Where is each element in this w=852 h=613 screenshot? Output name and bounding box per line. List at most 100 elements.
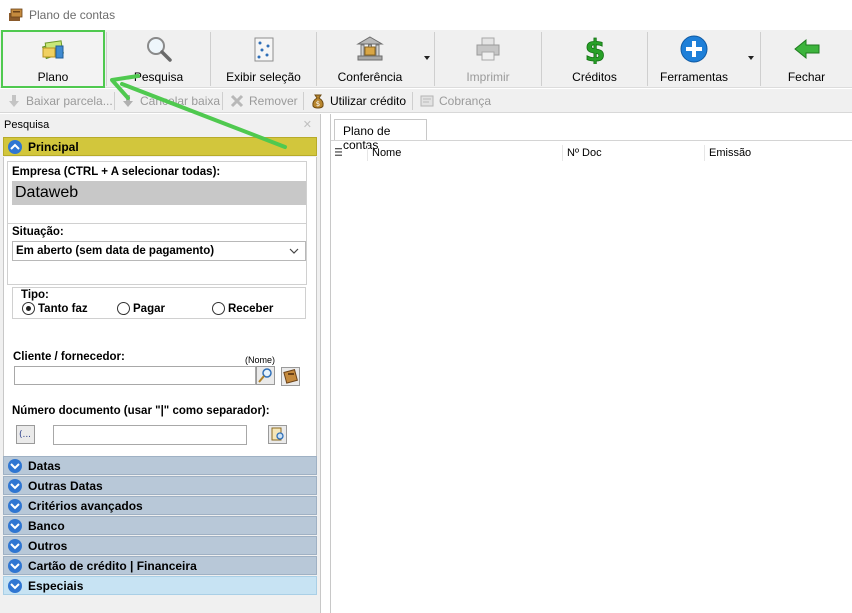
creditos-button-label: Créditos — [572, 70, 617, 84]
plano-button-label: Plano — [37, 70, 69, 84]
imprimir-button[interactable]: Imprimir — [435, 30, 541, 88]
search-panel-header: Pesquisa ✕ — [0, 118, 318, 134]
toolbar2-separator — [222, 92, 223, 110]
baixar-parcela-label: Baixar parcela... — [26, 94, 113, 108]
utilizar-credito-button[interactable]: $ Utilizar crédito — [310, 92, 406, 110]
toolbar2-separator — [412, 92, 413, 110]
tab-divider — [331, 140, 852, 141]
down-arrow-icon — [9, 95, 19, 107]
radio-tanto-faz[interactable]: Tanto faz — [22, 302, 88, 315]
group-outras-datas-label: Outras Datas — [28, 479, 103, 493]
plan-money-icon — [41, 40, 65, 60]
numero-documento-label: Número documento (usar "|" como separado… — [12, 405, 270, 417]
ferramentas-button-label: Ferramentas — [659, 70, 729, 84]
printer-icon — [476, 37, 500, 61]
group-principal-label: Principal — [28, 140, 79, 154]
ferramentas-dropdown-arrow[interactable] — [748, 56, 754, 60]
radio-pagar-circle[interactable] — [117, 302, 130, 315]
group-criterios-avancados-header[interactable]: Critérios avançados — [3, 496, 317, 515]
utilizar-credito-label: Utilizar crédito — [330, 94, 407, 108]
radio-pagar-label: Pagar — [133, 302, 165, 315]
numero-options-button[interactable]: (... — [16, 425, 35, 444]
exibir-selecao-button[interactable]: Exibir seleção — [211, 30, 316, 88]
conferencia-button[interactable]: Conferência — [317, 30, 423, 88]
radio-tanto-faz-circle[interactable] — [22, 302, 35, 315]
chevron-down-icon — [8, 559, 22, 573]
column-header-nome[interactable]: Nome — [367, 145, 401, 161]
remover-button[interactable]: Remover — [229, 92, 298, 110]
radio-tanto-faz-label: Tanto faz — [38, 302, 88, 315]
cliente-hint: (Nome) — [245, 355, 276, 365]
secondary-toolbar: Baixar parcela... Cancelar baixa Remover… — [0, 89, 852, 113]
group-especiais-header[interactable]: Especiais — [3, 576, 317, 595]
group-banco-header[interactable]: Banco — [3, 516, 317, 535]
search-panel-title: Pesquisa — [4, 119, 50, 131]
group-outras-datas-header[interactable]: Outras Datas — [3, 476, 317, 495]
address-book-icon — [283, 369, 298, 384]
group-banco-label: Banco — [28, 519, 65, 533]
conferencia-dropdown-arrow[interactable] — [424, 56, 430, 60]
numero-documento-input[interactable] — [53, 425, 247, 445]
chevron-down-icon — [8, 579, 22, 593]
grid-header: Nome Nº Doc Emissão — [331, 145, 852, 161]
pesquisa-button[interactable]: Pesquisa — [107, 30, 210, 88]
cobranca-button[interactable]: Cobrança — [419, 92, 491, 110]
cliente-label: Cliente / fornecedor: — [13, 351, 125, 363]
cobranca-label: Cobrança — [439, 94, 492, 108]
group-outros-header[interactable]: Outros — [3, 536, 317, 555]
radio-receber-label: Receber — [228, 302, 274, 315]
radio-receber-circle[interactable] — [212, 302, 225, 315]
fechar-button[interactable]: Fechar — [761, 30, 852, 88]
group-datas-label: Datas — [28, 459, 61, 473]
svg-text:(...: (... — [19, 430, 31, 440]
search-panel: Pesquisa ✕ Principal Empresa (CTRL + A s… — [0, 114, 321, 613]
cliente-input[interactable] — [14, 366, 256, 385]
column-header-num-doc[interactable]: Nº Doc — [562, 145, 602, 161]
dollar-icon: $ — [584, 34, 606, 64]
group-principal-header[interactable]: Principal — [3, 137, 317, 156]
chevron-down-icon — [8, 519, 22, 533]
magnifier-icon — [146, 37, 172, 62]
money-bag-icon: $ — [312, 94, 324, 109]
find-document-icon — [271, 427, 284, 441]
tab-plano-de-contas[interactable]: Plano de contas — [334, 119, 427, 152]
group-especiais-label: Especiais — [28, 579, 84, 593]
conferencia-button-label: Conferência — [337, 70, 403, 84]
remover-label: Remover — [249, 94, 298, 108]
search-client-button[interactable] — [256, 366, 275, 385]
pesquisa-button-label: Pesquisa — [133, 70, 184, 84]
numero-search-button[interactable] — [268, 425, 287, 444]
chevron-down-icon — [8, 539, 22, 553]
empresa-list-item[interactable]: Dataweb — [12, 181, 306, 205]
chevron-down-icon — [8, 499, 22, 513]
creditos-button[interactable]: $ Créditos — [542, 30, 647, 88]
baixar-parcela-button[interactable]: Baixar parcela... — [6, 92, 113, 110]
ellipsis-icon: (... — [19, 430, 31, 440]
group-datas-header[interactable]: Datas — [3, 456, 317, 475]
imprimir-button-label: Imprimir — [466, 70, 510, 84]
client-book-button[interactable] — [281, 367, 300, 386]
group-outros-label: Outros — [28, 539, 68, 553]
search-icon — [258, 368, 272, 383]
cobranca-doc-icon — [420, 95, 434, 107]
chevron-down-icon — [289, 248, 299, 254]
app-icon — [9, 8, 23, 21]
radio-receber[interactable]: Receber — [212, 302, 273, 315]
exibir-selecao-button-label: Exibir seleção — [226, 70, 301, 84]
back-arrow-icon — [793, 38, 819, 60]
close-icon[interactable]: ✕ — [303, 118, 312, 131]
plus-circle-icon — [680, 35, 708, 63]
situacao-label: Situação: — [12, 226, 64, 238]
ferramentas-button[interactable]: Ferramentas — [648, 30, 740, 88]
radio-pagar[interactable]: Pagar — [117, 302, 165, 315]
fechar-button-label: Fechar — [787, 70, 826, 84]
column-menu-icon[interactable] — [335, 147, 342, 157]
cancelar-baixa-button[interactable]: Cancelar baixa — [120, 92, 220, 110]
main-toolbar: Plano Pesquisa Exibir seleção Conferênci… — [0, 30, 852, 88]
column-header-emissao[interactable]: Emissão — [704, 145, 751, 161]
window-title: Plano de contas — [29, 8, 116, 22]
plano-button[interactable]: Plano — [1, 30, 105, 88]
group-cartao-credito-header[interactable]: Cartão de crédito | Financeira — [3, 556, 317, 575]
chevron-down-icon — [8, 479, 22, 493]
situacao-select[interactable]: Em aberto (sem data de pagamento) — [12, 241, 306, 261]
